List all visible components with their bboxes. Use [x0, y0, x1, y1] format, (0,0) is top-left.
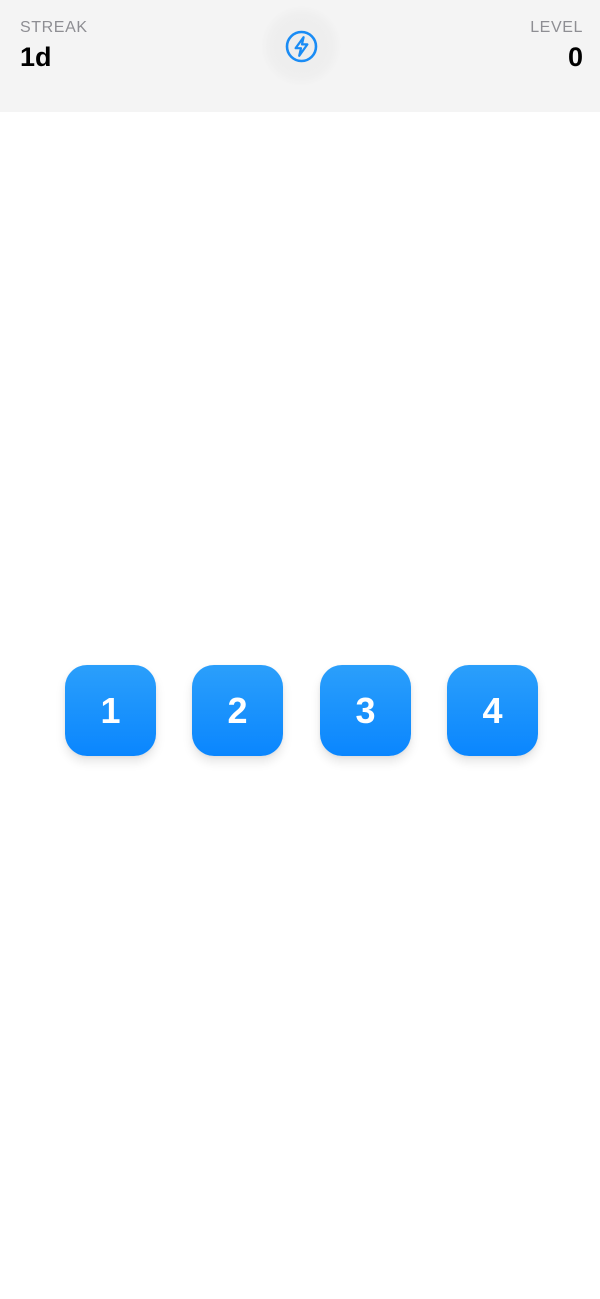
number-button-4[interactable]: 4 [447, 665, 538, 756]
number-button-2[interactable]: 2 [192, 665, 283, 756]
number-button-row: 1 2 3 4 [0, 665, 600, 757]
number-button-label: 2 [227, 689, 248, 731]
level-label: LEVEL [530, 19, 583, 36]
number-button-label: 4 [482, 689, 503, 731]
streak-stat: STREAK 1d [20, 18, 88, 74]
number-button-1[interactable]: 1 [65, 665, 156, 756]
number-button-label: 3 [355, 689, 376, 731]
top-bar: STREAK 1d LEVEL 0 [0, 0, 600, 112]
energy-button[interactable] [261, 6, 341, 86]
app-screen: STREAK 1d LEVEL 0 1 2 3 4 [0, 0, 600, 1299]
streak-value: 1d [20, 42, 52, 72]
level-value: 0 [567, 42, 583, 72]
streak-label: STREAK [20, 19, 88, 36]
level-stat: LEVEL 0 [530, 18, 583, 74]
number-button-label: 1 [100, 689, 121, 731]
lightning-bolt-icon [285, 30, 318, 63]
number-button-3[interactable]: 3 [320, 665, 411, 756]
